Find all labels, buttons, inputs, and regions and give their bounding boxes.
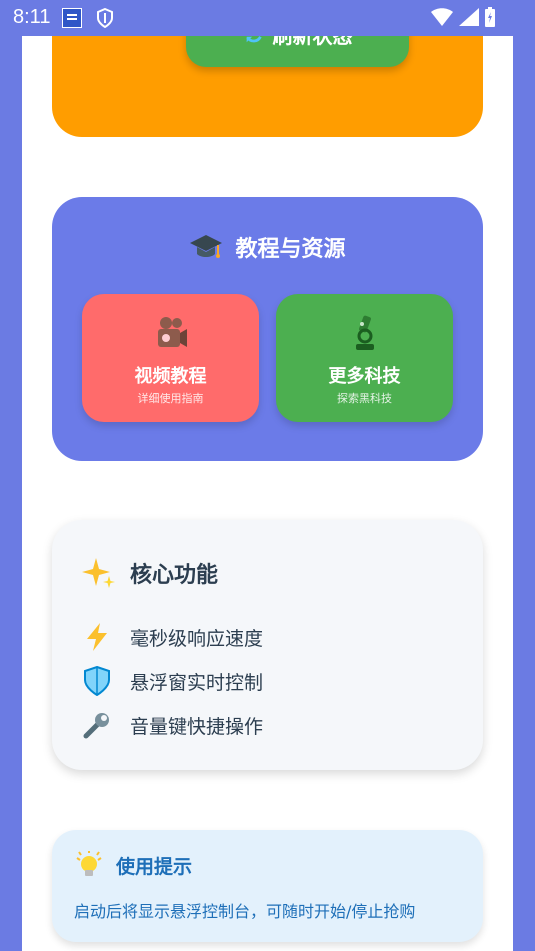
microscope-icon	[355, 315, 374, 350]
status-bar: 8:11	[0, 0, 535, 36]
features-card: 核心功能 毫秒级响应速度 悬浮窗实时控制 音量键快捷操作	[52, 520, 483, 770]
more-tech-sub: 探索黑科技	[337, 392, 392, 405]
more-tech-tile[interactable]: 更多科技 探索黑科技	[276, 294, 453, 422]
refresh-icon	[245, 36, 262, 43]
video-camera-icon	[157, 317, 187, 347]
tip-text: 启动后将显示悬浮控制台，可随时开始/停止抢购	[74, 902, 416, 921]
tip-card: 使用提示 启动后将显示悬浮控制台，可随时开始/停止抢购	[52, 830, 483, 942]
feature-label-volume: 音量键快捷操作	[130, 715, 264, 738]
signal-icon	[459, 8, 479, 26]
feature-label-speed: 毫秒级响应速度	[130, 627, 264, 650]
main-content[interactable]: 刷新状态 教程与资源 视频教程 详	[22, 36, 513, 951]
status-card: 刷新状态	[52, 36, 483, 137]
features-header: 核心功能	[82, 556, 218, 590]
news-icon	[62, 8, 82, 28]
shield-icon	[84, 666, 110, 696]
tip-title: 使用提示	[116, 855, 193, 878]
refresh-button[interactable]: 刷新状态	[186, 36, 409, 67]
feature-item-float: 悬浮窗实时控制	[82, 666, 263, 696]
graduation-cap-icon	[190, 235, 223, 258]
feature-item-speed: 毫秒级响应速度	[82, 622, 263, 652]
status-time: 8:11	[13, 6, 51, 28]
battery-icon	[485, 7, 495, 27]
lightbulb-icon	[76, 851, 102, 876]
wrench-icon	[83, 713, 109, 739]
video-tutorial-sub: 详细使用指南	[137, 392, 204, 405]
sparkles-icon	[82, 558, 115, 588]
more-tech-label: 更多科技	[328, 366, 401, 387]
tutorial-card: 教程与资源 视频教程 详细使用指南 更多科技 探索黑科技	[52, 197, 483, 461]
video-tutorial-label: 视频教程	[134, 366, 207, 387]
video-tutorial-tile[interactable]: 视频教程 详细使用指南	[82, 294, 259, 422]
tutorial-title: 教程与资源	[235, 237, 346, 262]
lightning-icon	[87, 623, 107, 651]
features-title: 核心功能	[130, 563, 219, 588]
tutorial-header: 教程与资源	[52, 231, 483, 263]
feature-label-float: 悬浮窗实时控制	[130, 671, 264, 694]
refresh-label: 刷新状态	[273, 36, 353, 49]
feature-item-volume: 音量键快捷操作	[82, 710, 263, 740]
wifi-icon	[431, 8, 453, 26]
shield-icon	[97, 8, 113, 28]
tip-header: 使用提示	[74, 850, 192, 880]
